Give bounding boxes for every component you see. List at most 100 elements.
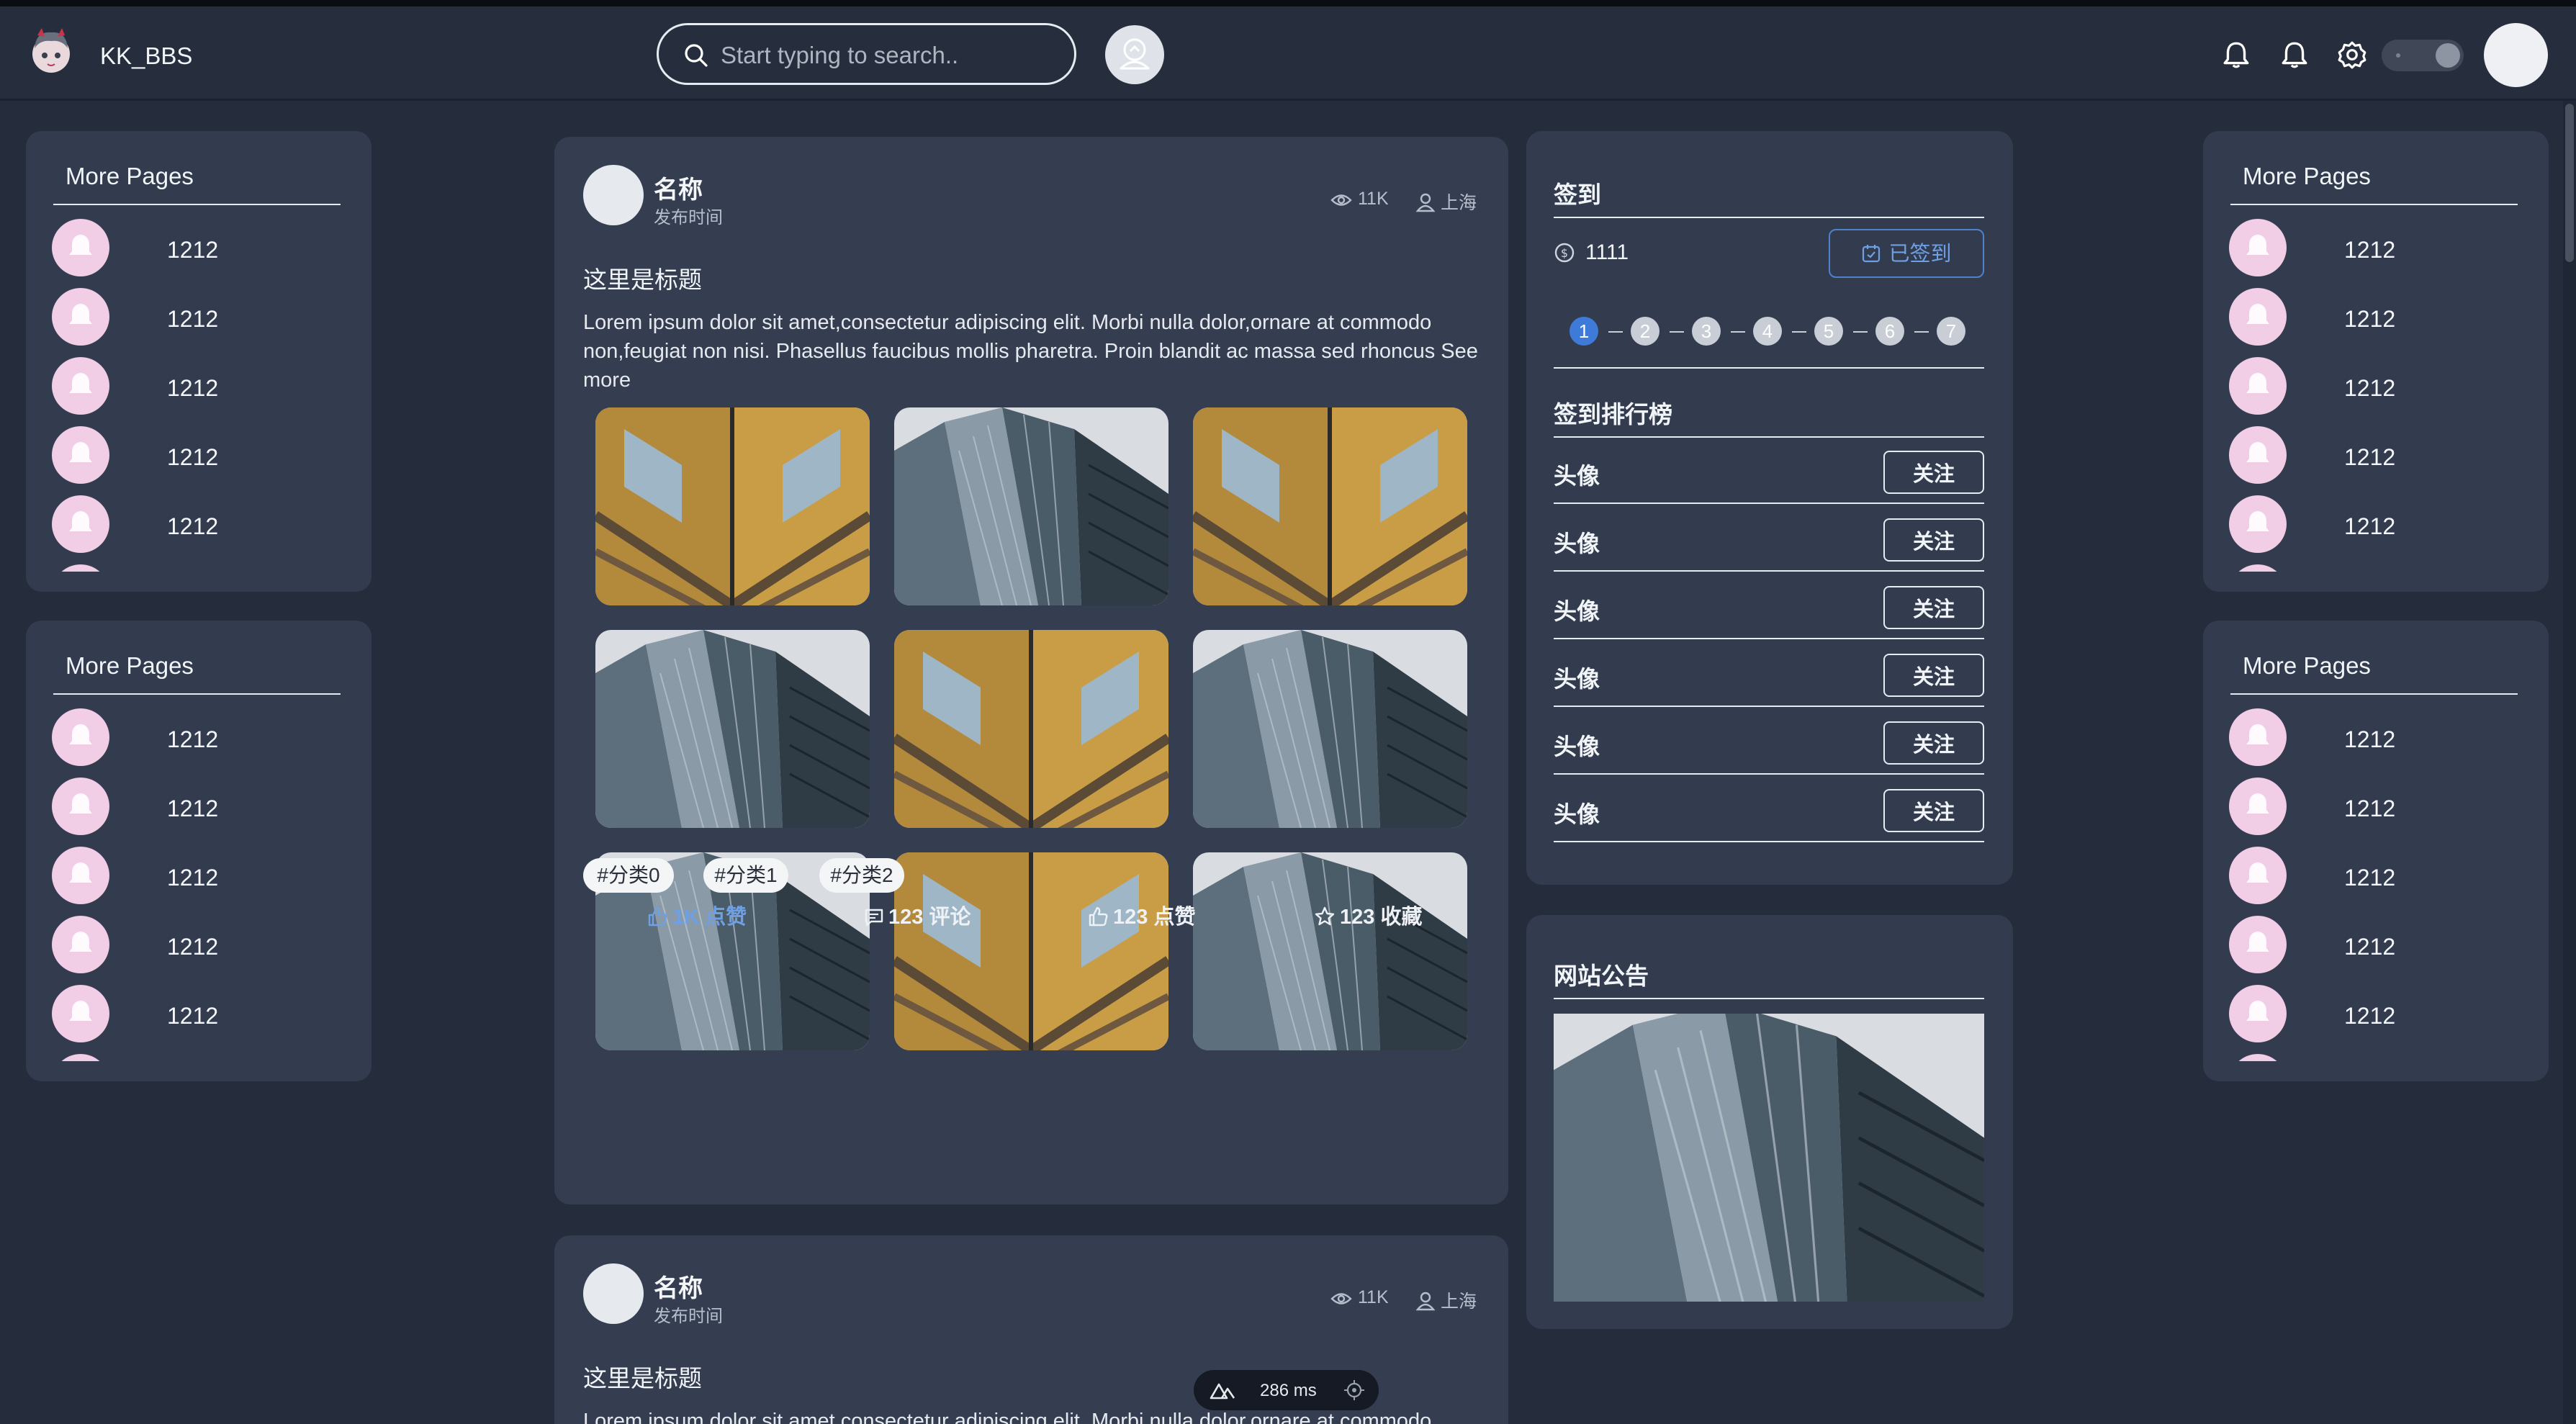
step-connector <box>1914 331 1929 333</box>
day-step: 2 <box>1631 317 1659 346</box>
bell-avatar-icon <box>52 847 109 904</box>
divider <box>1554 773 1984 775</box>
search-box[interactable] <box>657 23 1076 85</box>
crosshair-icon[interactable] <box>1343 1379 1365 1401</box>
tag-chip[interactable]: #分类0 <box>583 858 674 893</box>
follow-button[interactable]: 关注 <box>1883 518 1984 562</box>
checkin-panel: 签到 $1111 已签到 1 2 3 4 5 6 7 签到排行榜 头像 关注 头像… <box>1526 131 2013 885</box>
eye-icon <box>1330 1293 1352 1304</box>
list-item-label: 1212 <box>2344 726 2396 752</box>
bell-avatar-icon <box>52 985 109 1042</box>
divider <box>1554 503 1984 504</box>
search-input[interactable] <box>719 40 1060 71</box>
post-views: 11K <box>1330 1287 1389 1308</box>
post-image[interactable] <box>1193 852 1467 1050</box>
favorite-button[interactable]: 123 收藏 <box>1314 900 1422 930</box>
bell-avatar-icon <box>2229 708 2287 766</box>
post-image[interactable] <box>595 407 870 605</box>
side-panel-title: More Pages <box>66 163 194 189</box>
user-placeholder-avatar[interactable] <box>1105 25 1164 84</box>
post-body: Lorem ipsum dolor sit amet,consectetur a… <box>583 311 1478 392</box>
post-author-name[interactable]: 名称 <box>654 170 703 205</box>
theme-toggle[interactable] <box>2382 40 2464 71</box>
app-title[interactable]: KK_BBS <box>100 42 192 70</box>
post-image[interactable] <box>894 852 1168 1050</box>
logo-icon[interactable] <box>29 27 73 78</box>
rank-avatar-label[interactable]: 头像 <box>1554 796 1600 829</box>
follow-button[interactable]: 关注 <box>1883 721 1984 765</box>
list-item-label: 1212 <box>167 726 219 752</box>
list-item-label: 1212 <box>167 375 219 401</box>
post-image[interactable] <box>894 407 1168 605</box>
step-connector <box>1670 331 1684 333</box>
nuxt-logo-icon <box>1210 1383 1235 1400</box>
coin-value: 1111 <box>1585 240 1629 264</box>
list-item-label: 1212 <box>2344 375 2396 401</box>
bell-avatar-icon <box>2229 847 2287 904</box>
avatar[interactable] <box>583 1263 644 1324</box>
follow-button[interactable]: 关注 <box>1883 654 1984 697</box>
notice-image[interactable] <box>1554 1014 1984 1302</box>
rank-avatar-label[interactable]: 头像 <box>1554 526 1600 559</box>
post-title[interactable]: 这里是标题 <box>583 1359 702 1394</box>
rank-avatar-label[interactable]: 头像 <box>1554 729 1600 762</box>
bell-icon[interactable] <box>2221 40 2251 70</box>
side-panel-left-bottom: More Pages 1212 1212 1212 1212 1212 <box>26 621 371 1081</box>
rank-avatar-label[interactable]: 头像 <box>1554 458 1600 491</box>
user-icon <box>1415 1292 1436 1311</box>
comment-button[interactable]: 123 评论 <box>864 900 970 930</box>
bell-avatar-icon <box>2229 426 2287 484</box>
step-connector <box>1792 331 1806 333</box>
step-connector <box>1608 331 1623 333</box>
panel-bottom-padding <box>26 572 371 592</box>
scrollbar-thumb[interactable] <box>2565 104 2574 262</box>
page-scrollbar[interactable] <box>2563 101 2576 1424</box>
follow-button[interactable]: 关注 <box>1883 451 1984 494</box>
avatar[interactable] <box>2484 23 2548 87</box>
bell-avatar-icon <box>52 708 109 766</box>
panel-bottom-padding <box>2203 572 2549 592</box>
bell-avatar-icon <box>52 426 109 484</box>
dev-perf-badge[interactable]: 286 ms <box>1194 1370 1379 1410</box>
list-item-label: 1212 <box>167 237 219 263</box>
list-item-label: 1212 <box>2344 513 2396 539</box>
list-item-label: 1212 <box>167 1003 219 1029</box>
divider <box>1554 367 1984 369</box>
list-item-label: 1212 <box>167 865 219 891</box>
toggle-star-dot <box>2396 53 2400 58</box>
location-text: 上海 <box>1441 193 1477 213</box>
post-image[interactable] <box>1193 407 1467 605</box>
signed-in-button[interactable]: 已签到 <box>1829 229 1984 278</box>
views-count: 11K <box>1358 1287 1389 1307</box>
day-step-current: 1 <box>1570 317 1598 346</box>
post-image[interactable] <box>1193 630 1467 828</box>
rank-row: 头像 关注 <box>1554 505 1984 572</box>
bell-avatar-icon <box>52 357 109 415</box>
list-item-label: 1212 <box>2344 865 2396 891</box>
post-title[interactable]: 这里是标题 <box>583 261 702 295</box>
tag-chip[interactable]: #分类2 <box>819 858 904 893</box>
bell-avatar-icon <box>2229 219 2287 276</box>
follow-button[interactable]: 关注 <box>1883 586 1984 629</box>
post-views: 11K <box>1330 189 1389 209</box>
user-outline-icon <box>1120 38 1150 70</box>
notification-bell-icon[interactable] <box>2279 40 2310 70</box>
rank-avatar-label[interactable]: 头像 <box>1554 593 1600 626</box>
rank-row: 头像 关注 <box>1554 708 1984 775</box>
list-item-label: 1212 <box>167 306 219 332</box>
gear-icon[interactable] <box>2337 40 2367 70</box>
follow-button[interactable]: 关注 <box>1883 789 1984 832</box>
avatar[interactable] <box>583 165 644 225</box>
tag-chip[interactable]: #分类1 <box>703 858 788 893</box>
like-button[interactable]: 123 点赞 <box>1087 900 1195 930</box>
like-button-active[interactable]: 1K 点赞 <box>647 900 747 930</box>
perf-time: 286 ms <box>1260 1381 1317 1400</box>
post-image[interactable] <box>595 630 870 828</box>
location-text: 上海 <box>1441 1292 1477 1312</box>
post-author-name[interactable]: 名称 <box>654 1268 703 1304</box>
post-image[interactable] <box>894 630 1168 828</box>
side-panel-title: More Pages <box>66 652 194 679</box>
side-panel-title: More Pages <box>2243 652 2371 679</box>
rank-avatar-label[interactable]: 头像 <box>1554 661 1600 694</box>
list-item-label: 1212 <box>167 444 219 470</box>
